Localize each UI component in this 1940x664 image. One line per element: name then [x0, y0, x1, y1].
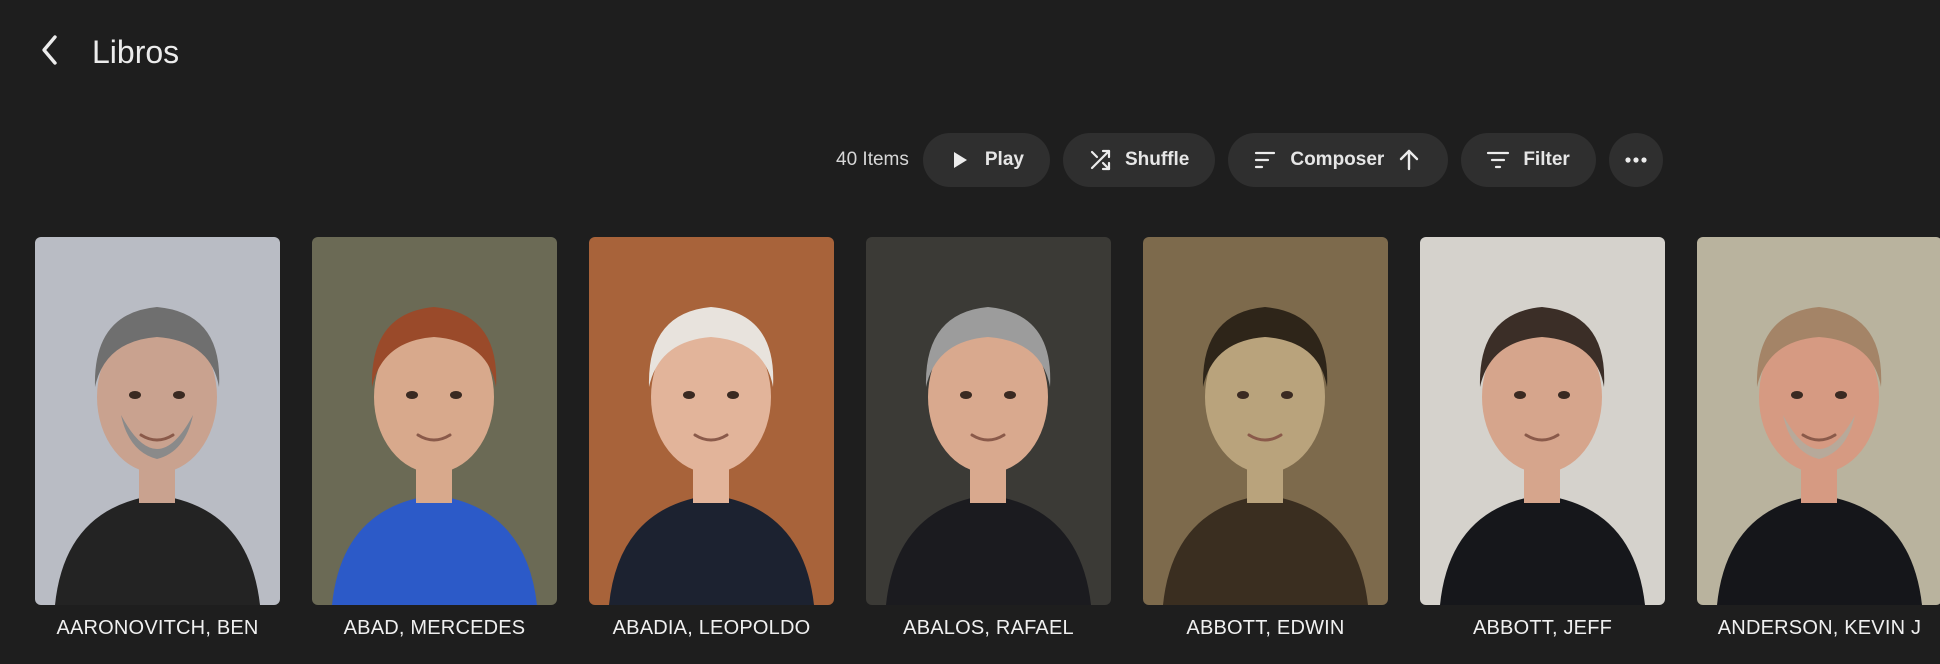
artist-name: ABBOTT, EDWIN	[1186, 617, 1345, 639]
artist-name: ABALOS, RAFAEL	[903, 617, 1074, 639]
filter-icon	[1485, 147, 1511, 173]
artist-photo	[589, 237, 834, 605]
shuffle-label: Shuffle	[1124, 149, 1190, 170]
artist-card[interactable]: ABADIA, LEOPOLDO	[589, 237, 834, 640]
artist-name: AARONOVITCH, BEN	[56, 617, 259, 639]
artist-photo	[1420, 237, 1665, 605]
artist-name: ABAD, MERCEDES	[343, 617, 526, 639]
header: Libros	[0, 0, 1940, 100]
sort-icon	[1252, 147, 1278, 173]
more-options-button[interactable]	[1608, 133, 1663, 187]
artist-card[interactable]: AARONOVITCH, BEN	[35, 237, 280, 640]
artist-photo	[1143, 237, 1388, 605]
page-title: Libros	[92, 34, 180, 70]
filter-button[interactable]: Filter	[1461, 133, 1596, 187]
artist-name: ABADIA, LEOPOLDO	[612, 617, 811, 639]
artist-photo	[866, 237, 1111, 605]
play-button[interactable]: Play	[922, 133, 1050, 187]
arrow-up-icon	[1396, 147, 1422, 173]
artist-photo	[1697, 237, 1940, 605]
more-horizontal-icon	[1625, 157, 1647, 163]
artist-card[interactable]: ABBOTT, JEFF	[1420, 237, 1665, 640]
shuffle-button[interactable]: Shuffle	[1062, 133, 1216, 187]
sort-label: Composer	[1290, 149, 1385, 170]
artist-name: ABBOTT, JEFF	[1472, 617, 1613, 639]
play-icon	[947, 147, 973, 173]
filter-label: Filter	[1523, 149, 1570, 170]
artist-grid: AARONOVITCH, BEN ABAD, MERCEDES ABADIA, …	[35, 237, 1940, 640]
shuffle-icon	[1087, 147, 1113, 173]
artist-card[interactable]: ANDERSON, KEVIN J	[1697, 237, 1940, 640]
artist-card[interactable]: ABALOS, RAFAEL	[866, 237, 1111, 640]
toolbar: 40 Items Play Shuffle Composer Filter	[836, 133, 1663, 187]
artist-card[interactable]: ABAD, MERCEDES	[312, 237, 557, 640]
artist-name: ANDERSON, KEVIN J	[1717, 617, 1922, 639]
play-label: Play	[984, 149, 1024, 170]
artist-card[interactable]: ABBOTT, EDWIN	[1143, 237, 1388, 640]
chevron-left-icon	[42, 35, 57, 65]
artist-photo	[312, 237, 557, 605]
sort-button[interactable]: Composer	[1228, 133, 1449, 187]
artist-photo	[35, 237, 280, 605]
item-count: 40 Items	[836, 149, 909, 170]
back-button[interactable]	[34, 30, 66, 70]
